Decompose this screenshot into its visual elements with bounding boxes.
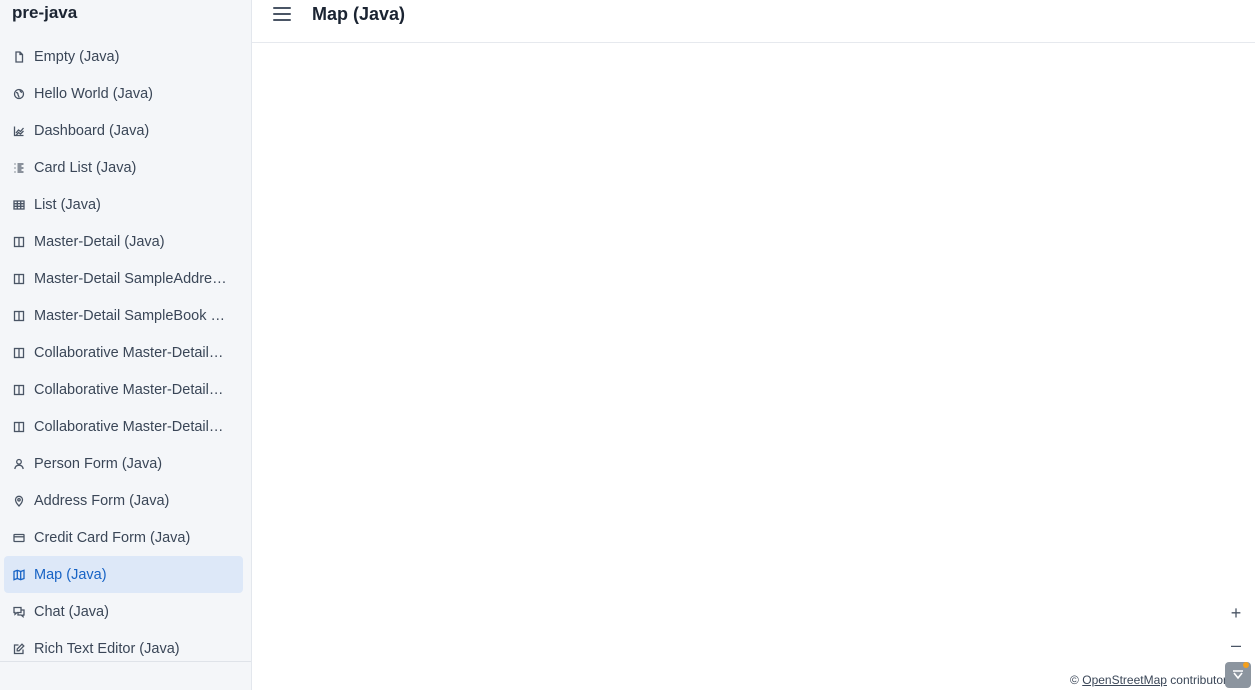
attribution-toggle-button[interactable] xyxy=(1225,662,1251,688)
user-icon xyxy=(12,457,26,471)
sidebar-item-label: Card List (Java) xyxy=(34,159,137,176)
menu-toggle-button[interactable] xyxy=(272,5,292,23)
columns-icon xyxy=(12,383,26,397)
sidebar-item-address-form[interactable]: Address Form (Java) xyxy=(4,482,243,519)
sidebar-item-map[interactable]: Map (Java) xyxy=(4,556,243,593)
sidebar-item-hello-world[interactable]: Hello World (Java) xyxy=(4,75,243,112)
sidebar-item-card-list[interactable]: Card List (Java) xyxy=(4,149,243,186)
zoom-out-button[interactable]: – xyxy=(1227,636,1245,654)
menu-icon xyxy=(273,19,291,21)
columns-icon xyxy=(12,235,26,249)
navbar: Map (Java) xyxy=(252,0,1255,43)
page-title: Map (Java) xyxy=(312,4,406,24)
sidebar-item-label: Master-Detail SampleAddress (Java) xyxy=(34,270,227,287)
sidebar-item-collaborative-master-detail-samplebook[interactable]: Collaborative Master-Detail SampleBook (… xyxy=(4,408,243,445)
app: pre-java Empty (Java) Hello World (Java)… xyxy=(0,0,1255,690)
app-name: pre-java xyxy=(12,3,78,22)
sidebar-item-label: Address Form (Java) xyxy=(34,492,170,509)
chat-icon xyxy=(12,605,26,619)
sidebar-item-label: Master-Detail SampleBook (Java) xyxy=(34,307,227,324)
sidebar-item-label: Empty (Java) xyxy=(34,48,120,65)
sidebar-item-label: Credit Card Form (Java) xyxy=(34,529,191,546)
sidebar-item-label: Collaborative Master-Detail SampleAddres… xyxy=(34,381,227,398)
sidebar-item-label: Collaborative Master-Detail (Java) xyxy=(34,344,227,361)
sidebar-item-credit-card-form[interactable]: Credit Card Form (Java) xyxy=(4,519,243,556)
sidebar-item-label: Master-Detail (Java) xyxy=(34,233,165,250)
sidebar-item-master-detail-samplebook[interactable]: Master-Detail SampleBook (Java) xyxy=(4,297,243,334)
map-view[interactable]: + – © OpenStreetMap contributors xyxy=(252,43,1255,690)
sidebar-item-dashboard[interactable]: Dashboard (Java) xyxy=(4,112,243,149)
menu-icon xyxy=(273,7,291,9)
credit-card-icon xyxy=(12,531,26,545)
sidebar-item-collaborative-master-detail[interactable]: Collaborative Master-Detail (Java) xyxy=(4,334,243,371)
zoom-in-button[interactable]: + xyxy=(1227,604,1245,622)
openstreetmap-link[interactable]: OpenStreetMap xyxy=(1082,673,1167,687)
sidebar-item-label: Person Form (Java) xyxy=(34,455,163,472)
sidebar-item-master-detail-sampleaddress[interactable]: Master-Detail SampleAddress (Java) xyxy=(4,260,243,297)
menu-icon xyxy=(273,13,291,15)
sidebar-footer xyxy=(0,661,251,690)
chart-icon xyxy=(12,124,26,138)
copyright-symbol: © xyxy=(1070,673,1079,687)
columns-icon xyxy=(12,346,26,360)
map-attribution: © OpenStreetMap contributors xyxy=(1070,673,1233,687)
columns-icon xyxy=(12,309,26,323)
sidebar-item-chat[interactable]: Chat (Java) xyxy=(4,593,243,630)
file-icon xyxy=(12,50,26,64)
edit-icon xyxy=(12,642,26,656)
sidebar-item-label: Map (Java) xyxy=(34,566,107,583)
sidebar-item-label: List (Java) xyxy=(34,196,101,213)
sidebar-item-label: Chat (Java) xyxy=(34,603,109,620)
sidebar-item-label: Dashboard (Java) xyxy=(34,122,150,139)
sidebar-nav: Empty (Java) Hello World (Java) Dashboar… xyxy=(4,38,243,667)
globe-icon xyxy=(12,87,26,101)
attribution-suffix: contributors xyxy=(1170,673,1233,687)
map-pin-icon xyxy=(12,494,26,508)
sidebar-item-person-form[interactable]: Person Form (Java) xyxy=(4,445,243,482)
sidebar: pre-java Empty (Java) Hello World (Java)… xyxy=(0,0,252,690)
sidebar-item-master-detail[interactable]: Master-Detail (Java) xyxy=(4,223,243,260)
sidebar-item-label: Collaborative Master-Detail SampleBook (… xyxy=(34,418,227,435)
sidebar-item-label: Hello World (Java) xyxy=(34,85,153,102)
sidebar-item-collaborative-master-detail-sampleaddress[interactable]: Collaborative Master-Detail SampleAddres… xyxy=(4,371,243,408)
chevron-down-icon xyxy=(1233,670,1243,680)
sidebar-item-label: Rich Text Editor (Java) xyxy=(34,640,180,657)
notification-dot xyxy=(1243,662,1249,668)
sidebar-item-empty[interactable]: Empty (Java) xyxy=(4,38,243,75)
sidebar-item-list[interactable]: List (Java) xyxy=(4,186,243,223)
grid-icon xyxy=(12,198,26,212)
columns-icon xyxy=(12,420,26,434)
list-icon xyxy=(12,161,26,175)
map-icon xyxy=(12,568,26,582)
columns-icon xyxy=(12,272,26,286)
